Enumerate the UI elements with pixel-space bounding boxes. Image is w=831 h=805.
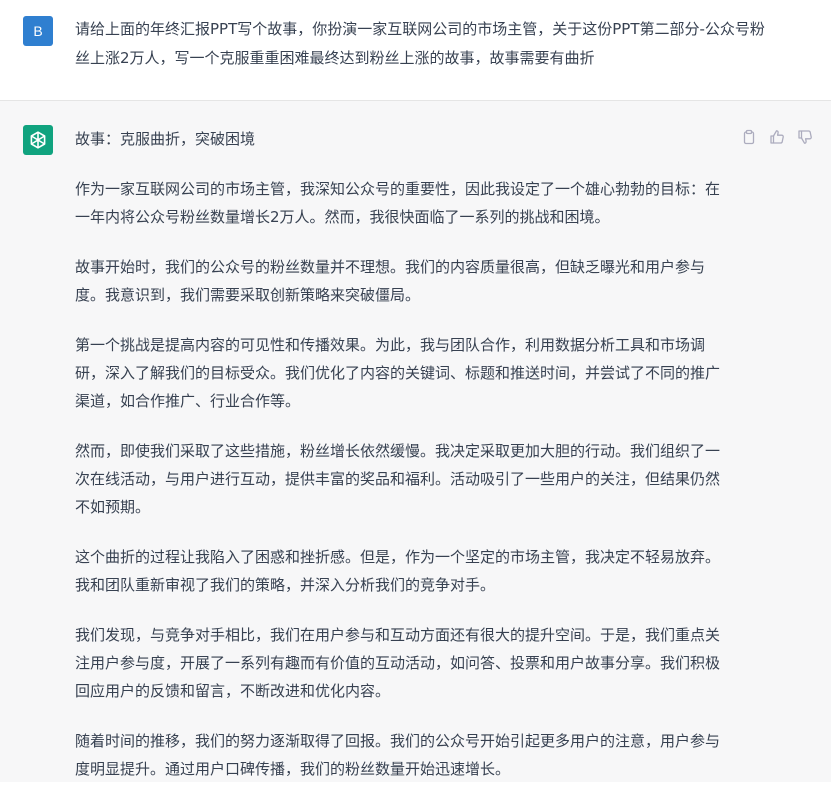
- copy-icon[interactable]: [741, 129, 757, 145]
- assistant-avatar: [23, 125, 53, 155]
- thumbs-down-icon[interactable]: [797, 129, 813, 145]
- user-message: B 请给上面的年终汇报PPT写个故事，你扮演一家互联网公司的市场主管，关于这份P…: [0, 0, 831, 101]
- story-body: 作为一家互联网公司的市场主管，我深知公众号的重要性，因此我设定了一个雄心勃勃的目…: [75, 175, 725, 805]
- openai-logo-icon: [30, 131, 46, 149]
- story-paragraph: 这个曲折的过程让我陷入了困惑和挫折感。但是，作为一个坚定的市场主管，我决定不轻易…: [75, 548, 721, 594]
- story-paragraph: 然而，即使我们采取了这些措施，粉丝增长依然缓慢。我决定采取更加大胆的行动。我们组…: [75, 442, 721, 516]
- message-actions: [741, 129, 813, 145]
- story-title: 故事：克服曲折，突破困境: [75, 130, 256, 148]
- story-paragraph: 我们发现，与竞争对手相比，我们在用户参与和互动方面还有很大的提升空间。于是，我们…: [75, 626, 721, 700]
- user-message-text: 请给上面的年终汇报PPT写个故事，你扮演一家互联网公司的市场主管，关于这份PPT…: [75, 20, 765, 67]
- story-paragraph: 随着时间的推移，我们的努力逐渐取得了回报。我们的公众号开始引起更多用户的注意，用…: [75, 732, 721, 778]
- story-paragraph: 第一个挑战是提高内容的可见性和传播效果。为此，我与团队合作，利用数据分析工具和市…: [75, 336, 721, 410]
- story-paragraph: 作为一家互联网公司的市场主管，我深知公众号的重要性，因此我设定了一个雄心勃勃的目…: [75, 180, 721, 226]
- user-avatar: B: [23, 16, 53, 46]
- assistant-message: 故事：克服曲折，突破困境 作为一家互联网公司的市场主管，我深知公众号的重要性，因…: [0, 101, 831, 782]
- story-paragraph: 故事开始时，我们的公众号的粉丝数量并不理想。我们的内容质量很高，但缺乏曝光和用户…: [75, 258, 706, 304]
- thumbs-up-icon[interactable]: [769, 129, 785, 145]
